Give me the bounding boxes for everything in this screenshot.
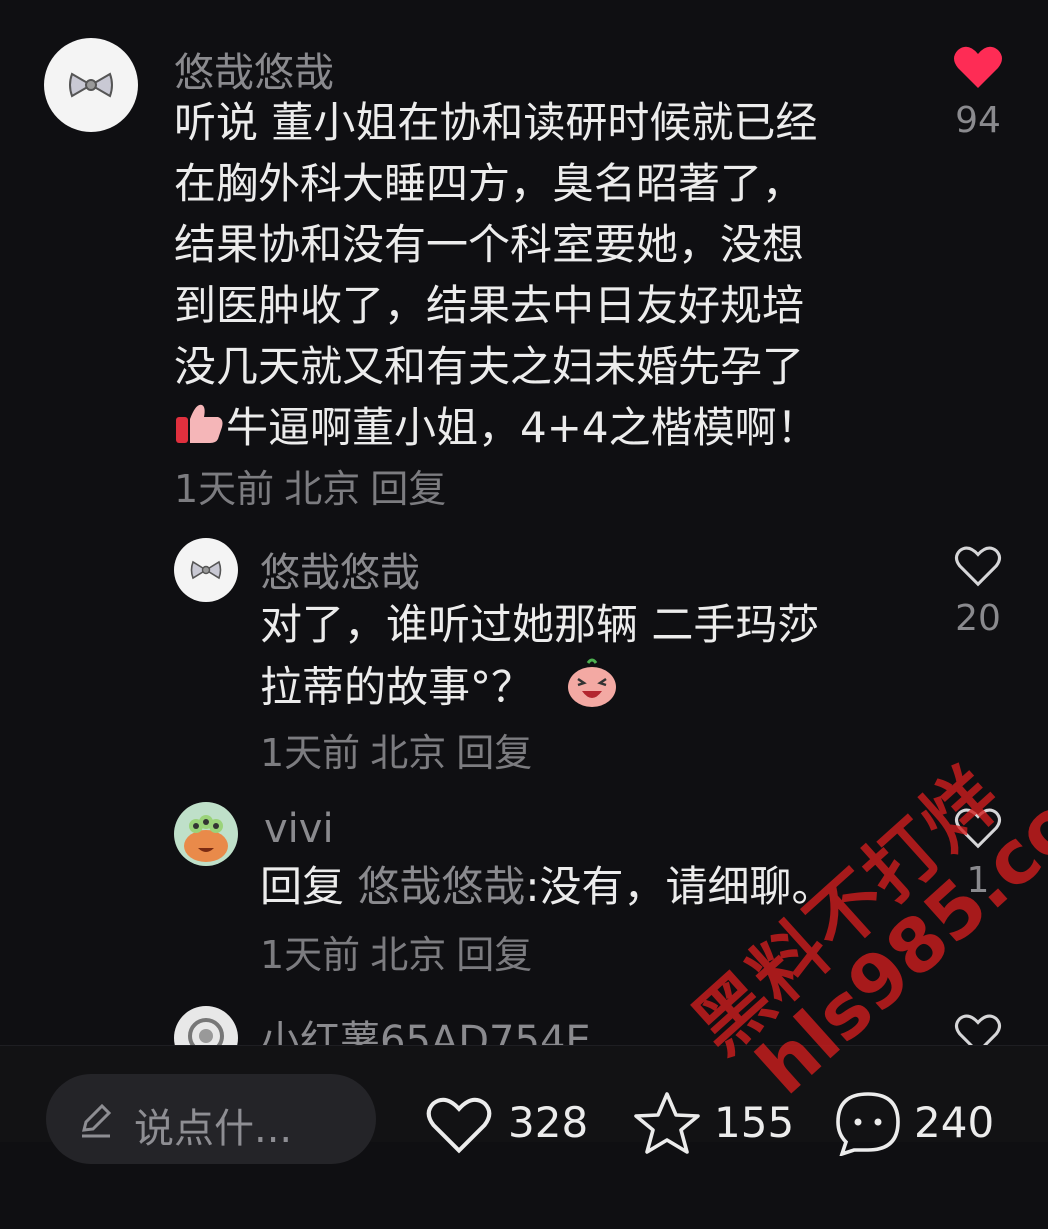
like-button[interactable] (938, 1012, 1018, 1045)
comment-button[interactable]: 240 (834, 1092, 1024, 1156)
comment-bubble-icon (836, 1092, 900, 1156)
comment-username[interactable]: 小红薯65AD754E (260, 1008, 591, 1045)
heart-outline-icon (954, 1014, 1002, 1045)
comment-input[interactable]: 说点什... (46, 1074, 376, 1164)
star-outline-icon (634, 1092, 700, 1154)
post-like-count: 328 (508, 1098, 589, 1147)
bottom-action-bar: 说点什... 328 155 240 (0, 1045, 1048, 1164)
favorite-button[interactable]: 155 (632, 1092, 812, 1154)
avatar[interactable] (174, 1006, 238, 1045)
comment-count: 240 (914, 1098, 995, 1147)
like-post-button[interactable]: 328 (424, 1094, 604, 1154)
user-avatar-icon (188, 1018, 224, 1045)
favorite-count: 155 (714, 1098, 795, 1147)
heart-outline-icon (426, 1097, 492, 1154)
pen-icon (76, 1100, 116, 1144)
reply-comment: 小红薯65AD754E (0, 0, 1048, 1045)
comment-input-placeholder: 说点什... (134, 1106, 293, 1152)
